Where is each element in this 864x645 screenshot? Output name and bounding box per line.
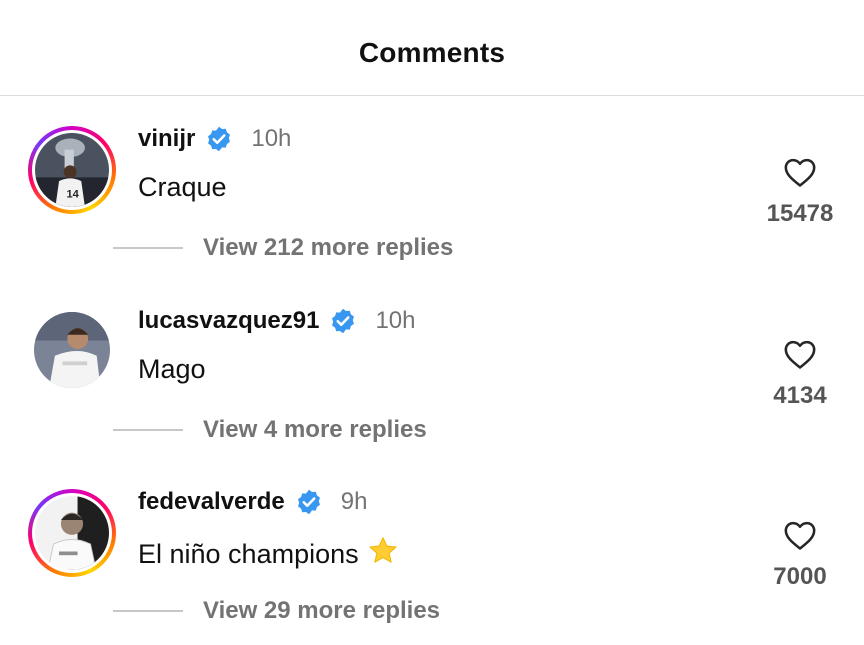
comment-time: 9h [340, 488, 368, 515]
verified-badge-icon [295, 488, 323, 516]
comment-meta: vinijr 10h [138, 124, 291, 154]
comment-meta: fedevalverde 9h [138, 487, 367, 517]
view-replies-button[interactable]: View 29 more replies [203, 597, 440, 625]
comment-time: 10h [251, 125, 292, 152]
comment-item: 14 vinijr 10h Craque View 212 more repli… [0, 96, 864, 278]
svg-text:14: 14 [66, 189, 79, 201]
replies-divider [113, 247, 183, 249]
replies-divider [113, 610, 183, 612]
like-control: 4134 [760, 338, 840, 410]
avatar-story-ring[interactable] [28, 489, 116, 577]
view-replies-button[interactable]: View 212 more replies [203, 234, 453, 262]
avatar[interactable] [34, 312, 110, 388]
heart-icon[interactable] [783, 519, 817, 551]
username[interactable]: vinijr [138, 125, 195, 153]
star-emoji-icon [367, 535, 399, 567]
avatar [35, 496, 109, 570]
comment-text: El niño champions [138, 539, 359, 569]
username[interactable]: fedevalverde [138, 488, 285, 516]
comment-item: lucasvazquez91 10h Mago View 4 more repl… [0, 278, 864, 460]
replies-divider [113, 429, 183, 431]
comment-item: fedevalverde 9h El niño champions View 2… [0, 459, 864, 641]
avatar: 14 [35, 133, 109, 207]
heart-icon[interactable] [783, 156, 817, 188]
heart-icon[interactable] [783, 338, 817, 370]
like-control: 7000 [760, 519, 840, 591]
verified-badge-icon [205, 125, 233, 153]
like-count: 4134 [773, 382, 827, 409]
like-count: 7000 [773, 563, 827, 590]
comment-text: Craque [138, 172, 227, 202]
avatar-story-ring[interactable]: 14 [28, 126, 116, 214]
comment-text: Mago [138, 354, 206, 384]
comment-time: 10h [375, 307, 416, 334]
page-title: Comments [358, 37, 506, 68]
comments-header: Comments [0, 0, 864, 96]
verified-badge-icon [329, 307, 357, 335]
view-replies-button[interactable]: View 4 more replies [203, 416, 427, 444]
like-control: 15478 [760, 156, 840, 228]
username[interactable]: lucasvazquez91 [138, 307, 319, 335]
comment-text-row: El niño champions [138, 535, 399, 570]
comment-meta: lucasvazquez91 10h [138, 306, 415, 336]
like-count: 15478 [766, 200, 834, 227]
